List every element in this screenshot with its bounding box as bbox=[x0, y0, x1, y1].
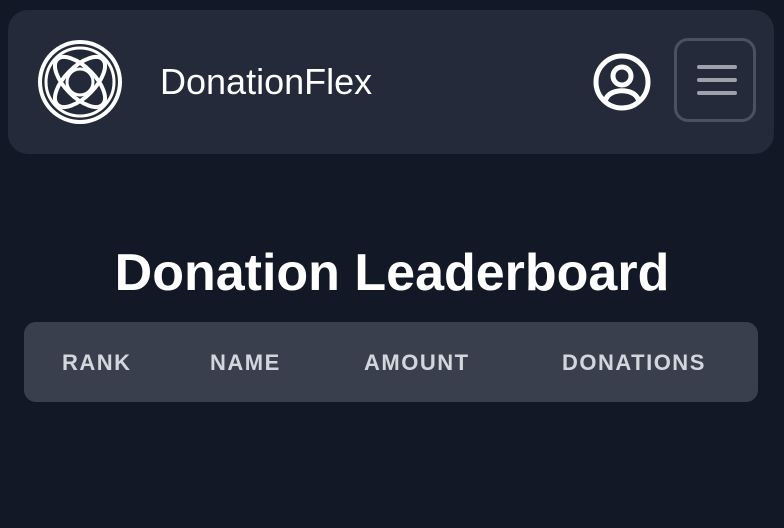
user-profile-button[interactable] bbox=[592, 52, 652, 112]
hamburger-menu-icon bbox=[697, 65, 737, 95]
user-circle-icon bbox=[593, 53, 651, 111]
menu-toggle-button[interactable] bbox=[674, 38, 756, 122]
column-header-amount[interactable]: AMOUNT bbox=[364, 350, 470, 376]
navbar: DonationFlex bbox=[8, 10, 774, 154]
column-header-rank[interactable]: RANK bbox=[62, 350, 132, 376]
column-header-name[interactable]: NAME bbox=[210, 350, 281, 376]
page-title: Donation Leaderboard bbox=[114, 243, 670, 302]
brand-name[interactable]: DonationFlex bbox=[160, 60, 372, 104]
leaderboard-table-header: RANK NAME AMOUNT DONATIONS bbox=[24, 322, 758, 402]
page: DonationFlex Donation Leaderboard RANK N… bbox=[0, 0, 784, 528]
brand-logo-icon[interactable] bbox=[36, 38, 124, 126]
column-header-donations[interactable]: DONATIONS bbox=[562, 350, 706, 376]
